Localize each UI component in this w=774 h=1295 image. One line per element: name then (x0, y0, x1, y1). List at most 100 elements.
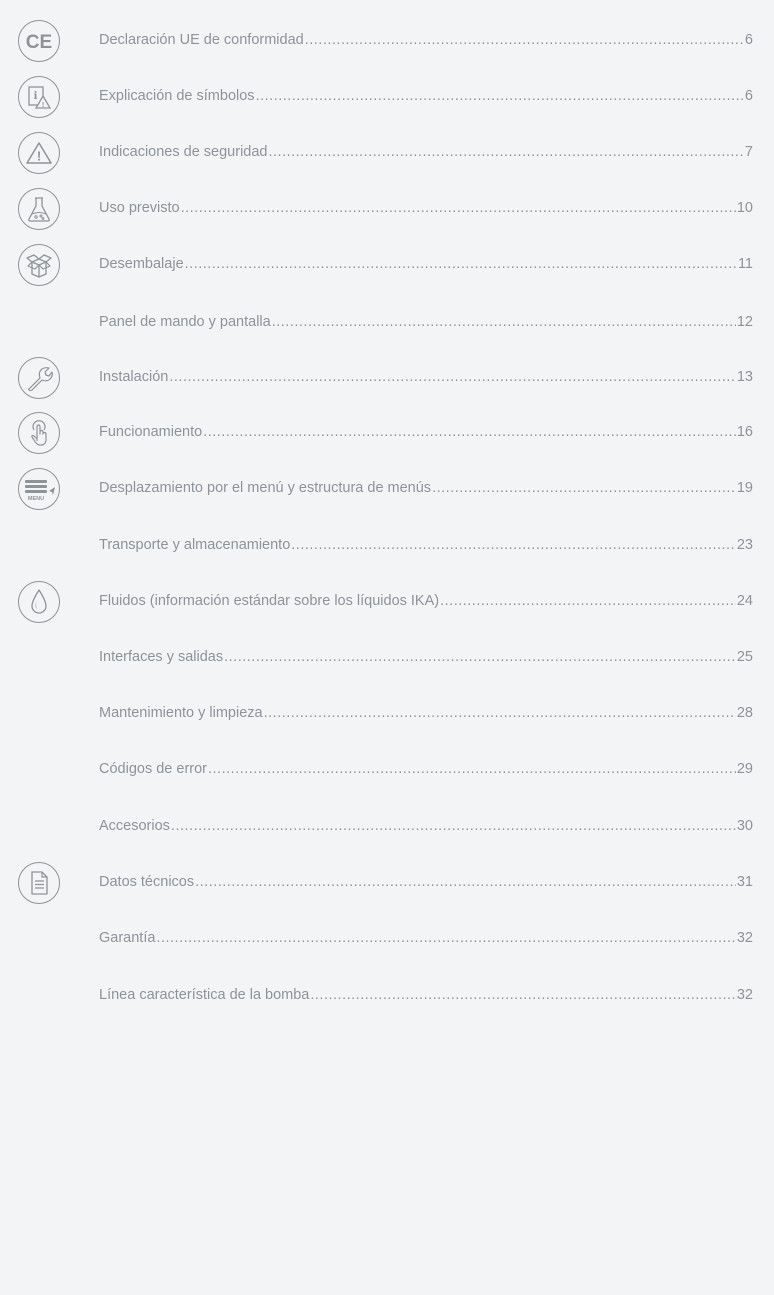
toc-entry-page-number: 30 (736, 818, 753, 834)
toc-entry[interactable]: Interfaces y salidas 25 (0, 637, 774, 687)
toc-entry[interactable]: Desembalaje 11 (0, 244, 774, 294)
toc-line: Declaración UE de conformidad 6 (99, 30, 753, 50)
menu-icon: MENU (18, 468, 60, 510)
toc-entry-title: Garantía (99, 930, 156, 946)
toc-entry[interactable]: Accesorios 30 (0, 806, 774, 856)
toc-entry-title: Datos técnicos (99, 874, 195, 890)
toc-line: Indicaciones de seguridad 7 (99, 142, 753, 162)
toc-entry-page-number: 29 (736, 761, 753, 777)
toc-entry-page-number: 12 (736, 314, 753, 330)
toc-entry-title: Panel de mando y pantalla (99, 314, 271, 330)
toc-line: Códigos de error 29 (99, 759, 753, 779)
toc-entry[interactable]: Funcionamiento 16 (0, 412, 774, 462)
toc-entry-title: Línea característica de la bomba (99, 987, 310, 1003)
toc-entry-page-number: 7 (744, 144, 753, 160)
toc-entry-page-number: 6 (744, 88, 753, 104)
touch-icon (18, 412, 60, 454)
toc-entry[interactable]: ! Indicaciones de seguridad 7 (0, 132, 774, 182)
toc-entry[interactable]: Garantía 32 (0, 918, 774, 968)
table-of-contents: CE Declaración UE de conformidad 6 i! Explic… (0, 0, 774, 1295)
toc-entry-title: Uso previsto (99, 200, 180, 216)
dot-leader (305, 30, 744, 50)
toc-line: Desembalaje 11 (99, 254, 753, 274)
toc-line: Panel de mando y pantalla 12 (99, 312, 753, 332)
toc-entry-title: Declaración UE de conformidad (99, 32, 304, 48)
toc-entry-title: Desplazamiento por el menú y estructura … (99, 480, 432, 496)
svg-text:!: ! (42, 102, 44, 109)
dot-leader (208, 759, 736, 779)
document-icon (18, 862, 60, 904)
dot-leader (224, 647, 736, 667)
toc-entry[interactable]: CE Declaración UE de conformidad 6 (0, 20, 774, 70)
toc-line: Funcionamiento 16 (99, 422, 753, 442)
toc-entry[interactable]: Datos técnicos 31 (0, 862, 774, 912)
dot-leader (268, 142, 743, 162)
toc-line: Fluidos (información estándar sobre los … (99, 591, 753, 611)
toc-line: Transporte y almacenamiento 23 (99, 535, 753, 555)
toc-entry[interactable]: Fluidos (información estándar sobre los … (0, 581, 774, 631)
toc-entry[interactable]: Panel de mando y pantalla 12 (0, 302, 774, 352)
toc-entry[interactable]: i! Explicación de símbolos 6 (0, 76, 774, 126)
dot-leader (272, 312, 736, 332)
toc-entry-page-number: 25 (736, 649, 753, 665)
toc-entry-page-number: 23 (736, 537, 753, 553)
toc-entry[interactable]: Instalación 13 (0, 357, 774, 407)
toc-entry-page-number: 10 (736, 200, 753, 216)
toc-entry-title: Explicación de símbolos (99, 88, 255, 104)
toc-entry-title: Instalación (99, 369, 169, 385)
toc-entry-title: Mantenimiento y limpieza (99, 705, 263, 721)
toc-entry[interactable]: Línea característica de la bomba 32 (0, 975, 774, 1025)
toc-entry-title: Funcionamiento (99, 424, 203, 440)
dot-leader (432, 478, 736, 498)
dot-leader (195, 872, 736, 892)
drop-icon (18, 581, 60, 623)
toc-entry[interactable]: Códigos de error 29 (0, 749, 774, 799)
toc-entry-page-number: 11 (737, 256, 753, 272)
toc-entry-page-number: 13 (736, 369, 753, 385)
toc-entry[interactable]: MENU Desplazamiento por el menú y estruct… (0, 468, 774, 518)
dot-leader (181, 198, 736, 218)
toc-entry-page-number: 32 (736, 987, 753, 1003)
toc-entry[interactable]: Transporte y almacenamiento 23 (0, 525, 774, 575)
dot-leader (169, 367, 736, 387)
toc-entry-title: Transporte y almacenamiento (99, 537, 291, 553)
warning-triangle-icon: ! (18, 132, 60, 174)
toc-line: Instalación 13 (99, 367, 753, 387)
toc-entry-page-number: 16 (736, 424, 753, 440)
box-icon (18, 244, 60, 286)
dot-leader (291, 535, 736, 555)
svg-text:i: i (34, 91, 38, 102)
toc-line: Uso previsto 10 (99, 198, 753, 218)
dot-leader (203, 422, 736, 442)
ce-mark-icon: CE (18, 20, 60, 62)
wrench-icon (18, 357, 60, 399)
flask-icon (18, 188, 60, 230)
toc-entry-page-number: 31 (736, 874, 753, 890)
svg-text:!: ! (37, 149, 41, 164)
toc-entry-page-number: 19 (736, 480, 753, 496)
toc-entry-title: Interfaces y salidas (99, 649, 224, 665)
toc-entry-page-number: 28 (736, 705, 753, 721)
toc-entry-page-number: 6 (744, 32, 753, 48)
toc-line: Datos técnicos 31 (99, 872, 753, 892)
dot-leader (171, 816, 736, 836)
svg-text:MENU: MENU (28, 496, 44, 502)
toc-entry-title: Indicaciones de seguridad (99, 144, 268, 160)
toc-entry[interactable]: Uso previsto 10 (0, 188, 774, 238)
toc-entry-title: Códigos de error (99, 761, 207, 777)
toc-line: Desplazamiento por el menú y estructura … (99, 478, 753, 498)
toc-line: Interfaces y salidas 25 (99, 647, 753, 667)
toc-line: Garantía 32 (99, 928, 753, 948)
dot-leader (256, 86, 744, 106)
toc-line: Mantenimiento y limpieza 28 (99, 703, 753, 723)
dot-leader (156, 928, 735, 948)
dot-leader (440, 591, 736, 611)
dot-leader (264, 703, 736, 723)
toc-line: Accesorios 30 (99, 816, 753, 836)
toc-entry[interactable]: Mantenimiento y limpieza 28 (0, 693, 774, 743)
toc-entry-title: Desembalaje (99, 256, 184, 272)
dot-leader (310, 985, 735, 1005)
toc-entry-page-number: 24 (736, 593, 753, 609)
toc-entry-page-number: 32 (736, 930, 753, 946)
toc-entry-title: Fluidos (información estándar sobre los … (99, 593, 440, 609)
